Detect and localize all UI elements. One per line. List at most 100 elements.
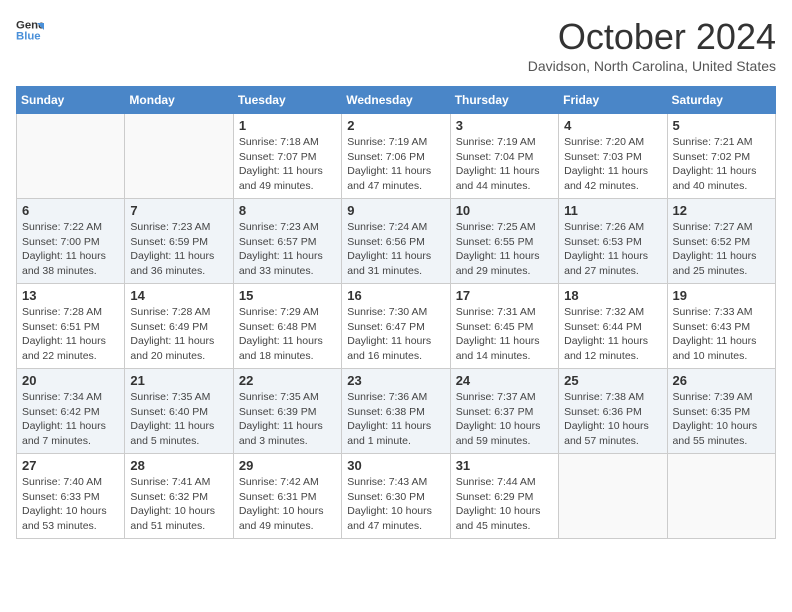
day-number: 10	[456, 203, 553, 218]
day-number: 13	[22, 288, 119, 303]
day-info: Sunrise: 7:37 AMSunset: 6:37 PMDaylight:…	[456, 390, 553, 449]
logo-icon: General Blue	[16, 16, 44, 44]
day-number: 25	[564, 373, 661, 388]
calendar-cell: 21 Sunrise: 7:35 AMSunset: 6:40 PMDayligh…	[125, 369, 233, 454]
week-row-1: 1 Sunrise: 7:18 AMSunset: 7:07 PMDaylight…	[17, 114, 776, 199]
day-info: Sunrise: 7:25 AMSunset: 6:55 PMDaylight:…	[456, 220, 553, 279]
day-info: Sunrise: 7:33 AMSunset: 6:43 PMDaylight:…	[673, 305, 770, 364]
day-info: Sunrise: 7:34 AMSunset: 6:42 PMDaylight:…	[22, 390, 119, 449]
day-number: 23	[347, 373, 444, 388]
day-info: Sunrise: 7:18 AMSunset: 7:07 PMDaylight:…	[239, 135, 336, 194]
calendar-cell: 8 Sunrise: 7:23 AMSunset: 6:57 PMDaylight…	[233, 199, 341, 284]
day-info: Sunrise: 7:41 AMSunset: 6:32 PMDaylight:…	[130, 475, 227, 534]
day-info: Sunrise: 7:28 AMSunset: 6:51 PMDaylight:…	[22, 305, 119, 364]
day-number: 16	[347, 288, 444, 303]
calendar-cell: 29 Sunrise: 7:42 AMSunset: 6:31 PMDayligh…	[233, 454, 341, 539]
calendar-cell: 19 Sunrise: 7:33 AMSunset: 6:43 PMDayligh…	[667, 284, 775, 369]
calendar-cell: 6 Sunrise: 7:22 AMSunset: 7:00 PMDaylight…	[17, 199, 125, 284]
day-number: 17	[456, 288, 553, 303]
day-number: 1	[239, 118, 336, 133]
day-info: Sunrise: 7:38 AMSunset: 6:36 PMDaylight:…	[564, 390, 661, 449]
col-header-wednesday: Wednesday	[342, 87, 450, 114]
day-info: Sunrise: 7:26 AMSunset: 6:53 PMDaylight:…	[564, 220, 661, 279]
calendar-cell: 13 Sunrise: 7:28 AMSunset: 6:51 PMDayligh…	[17, 284, 125, 369]
col-header-tuesday: Tuesday	[233, 87, 341, 114]
week-row-3: 13 Sunrise: 7:28 AMSunset: 6:51 PMDayligh…	[17, 284, 776, 369]
col-header-sunday: Sunday	[17, 87, 125, 114]
calendar-cell: 10 Sunrise: 7:25 AMSunset: 6:55 PMDayligh…	[450, 199, 558, 284]
week-row-5: 27 Sunrise: 7:40 AMSunset: 6:33 PMDayligh…	[17, 454, 776, 539]
day-info: Sunrise: 7:20 AMSunset: 7:03 PMDaylight:…	[564, 135, 661, 194]
day-number: 19	[673, 288, 770, 303]
day-info: Sunrise: 7:43 AMSunset: 6:30 PMDaylight:…	[347, 475, 444, 534]
day-info: Sunrise: 7:23 AMSunset: 6:57 PMDaylight:…	[239, 220, 336, 279]
day-number: 5	[673, 118, 770, 133]
day-info: Sunrise: 7:32 AMSunset: 6:44 PMDaylight:…	[564, 305, 661, 364]
day-info: Sunrise: 7:19 AMSunset: 7:06 PMDaylight:…	[347, 135, 444, 194]
day-number: 27	[22, 458, 119, 473]
day-number: 8	[239, 203, 336, 218]
day-info: Sunrise: 7:40 AMSunset: 6:33 PMDaylight:…	[22, 475, 119, 534]
day-number: 18	[564, 288, 661, 303]
day-number: 20	[22, 373, 119, 388]
col-header-saturday: Saturday	[667, 87, 775, 114]
day-number: 3	[456, 118, 553, 133]
calendar-cell: 16 Sunrise: 7:30 AMSunset: 6:47 PMDayligh…	[342, 284, 450, 369]
day-info: Sunrise: 7:21 AMSunset: 7:02 PMDaylight:…	[673, 135, 770, 194]
calendar-cell: 28Sunrise: 7:41 AMSunset: 6:32 PMDayligh…	[125, 454, 233, 539]
calendar-cell: 27 Sunrise: 7:40 AMSunset: 6:33 PMDayligh…	[17, 454, 125, 539]
title-block: October 2024 Davidson, North Carolina, U…	[528, 16, 776, 74]
col-header-friday: Friday	[559, 87, 667, 114]
day-info: Sunrise: 7:29 AMSunset: 6:48 PMDaylight:…	[239, 305, 336, 364]
day-number: 22	[239, 373, 336, 388]
logo: General Blue	[16, 16, 44, 44]
week-row-2: 6 Sunrise: 7:22 AMSunset: 7:00 PMDaylight…	[17, 199, 776, 284]
day-number: 4	[564, 118, 661, 133]
calendar-cell: 5 Sunrise: 7:21 AMSunset: 7:02 PMDaylight…	[667, 114, 775, 199]
day-number: 31	[456, 458, 553, 473]
day-number: 11	[564, 203, 661, 218]
col-header-thursday: Thursday	[450, 87, 558, 114]
calendar-cell: 17Sunrise: 7:31 AMSunset: 6:45 PMDayligh…	[450, 284, 558, 369]
day-number: 9	[347, 203, 444, 218]
day-number: 2	[347, 118, 444, 133]
calendar-cell	[125, 114, 233, 199]
day-info: Sunrise: 7:35 AMSunset: 6:40 PMDaylight:…	[130, 390, 227, 449]
calendar-cell: 30 Sunrise: 7:43 AMSunset: 6:30 PMDayligh…	[342, 454, 450, 539]
day-info: Sunrise: 7:22 AMSunset: 7:00 PMDaylight:…	[22, 220, 119, 279]
col-header-monday: Monday	[125, 87, 233, 114]
day-info: Sunrise: 7:42 AMSunset: 6:31 PMDaylight:…	[239, 475, 336, 534]
day-number: 15	[239, 288, 336, 303]
day-info: Sunrise: 7:19 AMSunset: 7:04 PMDaylight:…	[456, 135, 553, 194]
day-number: 24	[456, 373, 553, 388]
calendar-cell: 3 Sunrise: 7:19 AMSunset: 7:04 PMDaylight…	[450, 114, 558, 199]
calendar-cell: 4 Sunrise: 7:20 AMSunset: 7:03 PMDaylight…	[559, 114, 667, 199]
calendar-cell: 20 Sunrise: 7:34 AMSunset: 6:42 PMDayligh…	[17, 369, 125, 454]
day-number: 21	[130, 373, 227, 388]
calendar-cell: 12 Sunrise: 7:27 AMSunset: 6:52 PMDayligh…	[667, 199, 775, 284]
header-row: SundayMondayTuesdayWednesdayThursdayFrid…	[17, 87, 776, 114]
calendar-cell: 1 Sunrise: 7:18 AMSunset: 7:07 PMDaylight…	[233, 114, 341, 199]
calendar-cell: 14Sunrise: 7:28 AMSunset: 6:49 PMDayligh…	[125, 284, 233, 369]
day-number: 29	[239, 458, 336, 473]
day-info: Sunrise: 7:30 AMSunset: 6:47 PMDaylight:…	[347, 305, 444, 364]
day-number: 12	[673, 203, 770, 218]
day-info: Sunrise: 7:27 AMSunset: 6:52 PMDaylight:…	[673, 220, 770, 279]
month-title: October 2024	[528, 16, 776, 58]
day-number: 26	[673, 373, 770, 388]
day-info: Sunrise: 7:23 AMSunset: 6:59 PMDaylight:…	[130, 220, 227, 279]
calendar-cell: 24 Sunrise: 7:37 AMSunset: 6:37 PMDayligh…	[450, 369, 558, 454]
calendar-cell: 15 Sunrise: 7:29 AMSunset: 6:48 PMDayligh…	[233, 284, 341, 369]
day-number: 6	[22, 203, 119, 218]
day-info: Sunrise: 7:36 AMSunset: 6:38 PMDaylight:…	[347, 390, 444, 449]
day-info: Sunrise: 7:24 AMSunset: 6:56 PMDaylight:…	[347, 220, 444, 279]
location: Davidson, North Carolina, United States	[528, 58, 776, 74]
day-info: Sunrise: 7:35 AMSunset: 6:39 PMDaylight:…	[239, 390, 336, 449]
day-number: 30	[347, 458, 444, 473]
calendar-table: SundayMondayTuesdayWednesdayThursdayFrid…	[16, 86, 776, 539]
day-number: 7	[130, 203, 227, 218]
calendar-cell	[667, 454, 775, 539]
day-info: Sunrise: 7:28 AMSunset: 6:49 PMDaylight:…	[130, 305, 227, 364]
calendar-cell: 7 Sunrise: 7:23 AMSunset: 6:59 PMDaylight…	[125, 199, 233, 284]
calendar-cell: 22 Sunrise: 7:35 AMSunset: 6:39 PMDayligh…	[233, 369, 341, 454]
